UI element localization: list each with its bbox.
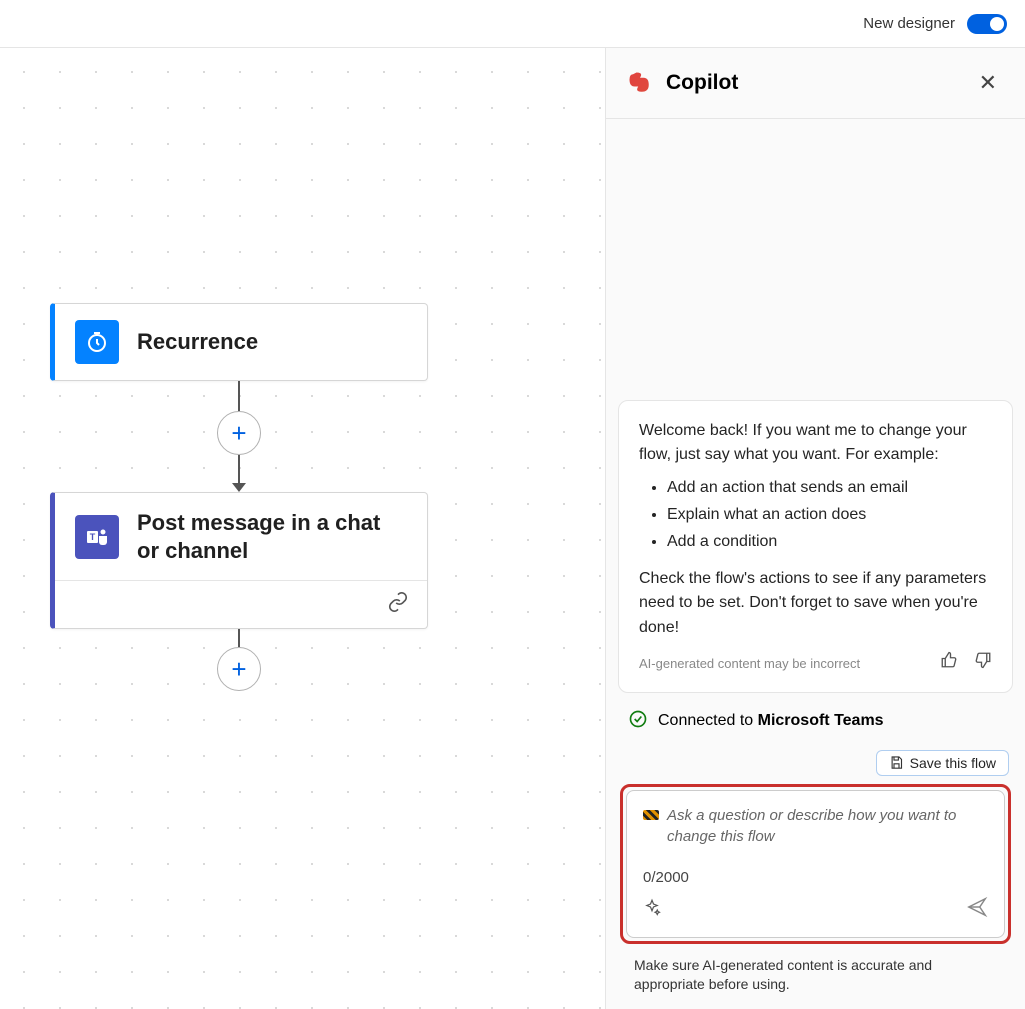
- connection-status: Connected to Microsoft Teams: [618, 693, 1013, 750]
- copilot-title: Copilot: [666, 71, 959, 95]
- trigger-title: Recurrence: [137, 328, 258, 356]
- thumbs-down-icon[interactable]: [974, 651, 992, 678]
- plus-icon: +: [231, 420, 246, 446]
- connector: +: [217, 629, 261, 691]
- send-icon[interactable]: [966, 896, 988, 923]
- save-icon: [889, 755, 904, 770]
- copilot-logo-icon: [626, 69, 654, 97]
- char-counter: 0/2000: [643, 869, 988, 886]
- new-designer-label: New designer: [863, 15, 955, 32]
- input-placeholder: Ask a question or describe how you want …: [667, 805, 988, 847]
- action-title: Post message in a chat or channel: [137, 509, 407, 564]
- copilot-welcome-message: Welcome back! If you want me to change y…: [618, 400, 1013, 693]
- check-circle-icon: [628, 709, 648, 734]
- welcome-outro: Check the flow's actions to see if any p…: [639, 567, 992, 641]
- action-card-post-message[interactable]: T Post message in a chat or channel: [50, 492, 428, 629]
- copilot-input[interactable]: Ask a question or describe how you want …: [626, 790, 1005, 938]
- add-step-button[interactable]: +: [217, 411, 261, 455]
- construction-icon: [643, 810, 659, 820]
- welcome-intro: Welcome back! If you want me to change y…: [639, 419, 992, 469]
- suggestion-item: Add an action that sends an email: [667, 476, 992, 501]
- teams-icon: T: [75, 515, 119, 559]
- svg-text:T: T: [90, 532, 96, 542]
- clock-icon: [75, 320, 119, 364]
- save-flow-button[interactable]: Save this flow: [876, 750, 1009, 776]
- toggle-knob: [990, 17, 1004, 31]
- connected-service: Microsoft Teams: [758, 712, 884, 729]
- connector: +: [217, 381, 261, 492]
- copilot-input-highlight: Ask a question or describe how you want …: [620, 784, 1011, 944]
- thumbs-up-icon[interactable]: [940, 651, 958, 678]
- link-icon[interactable]: [387, 591, 409, 618]
- copilot-panel: Copilot ✕ Welcome back! If you want me t…: [606, 48, 1025, 1009]
- top-toolbar: New designer: [0, 0, 1025, 48]
- ai-disclaimer: Make sure AI-generated content is accura…: [618, 952, 1013, 1009]
- sparkle-icon[interactable]: [643, 898, 661, 921]
- suggestion-item: Add a condition: [667, 530, 992, 555]
- connected-prefix: Connected to: [658, 712, 758, 729]
- close-icon[interactable]: ✕: [971, 66, 1005, 100]
- trigger-card-recurrence[interactable]: Recurrence: [50, 303, 428, 381]
- save-label: Save this flow: [910, 755, 996, 771]
- ai-disclaimer-inline: AI-generated content may be incorrect: [639, 654, 860, 674]
- add-step-button[interactable]: +: [217, 647, 261, 691]
- new-designer-toggle[interactable]: [967, 14, 1007, 34]
- flow-canvas[interactable]: Recurrence + T: [0, 48, 606, 1009]
- plus-icon: +: [231, 656, 246, 682]
- suggestion-item: Explain what an action does: [667, 503, 992, 528]
